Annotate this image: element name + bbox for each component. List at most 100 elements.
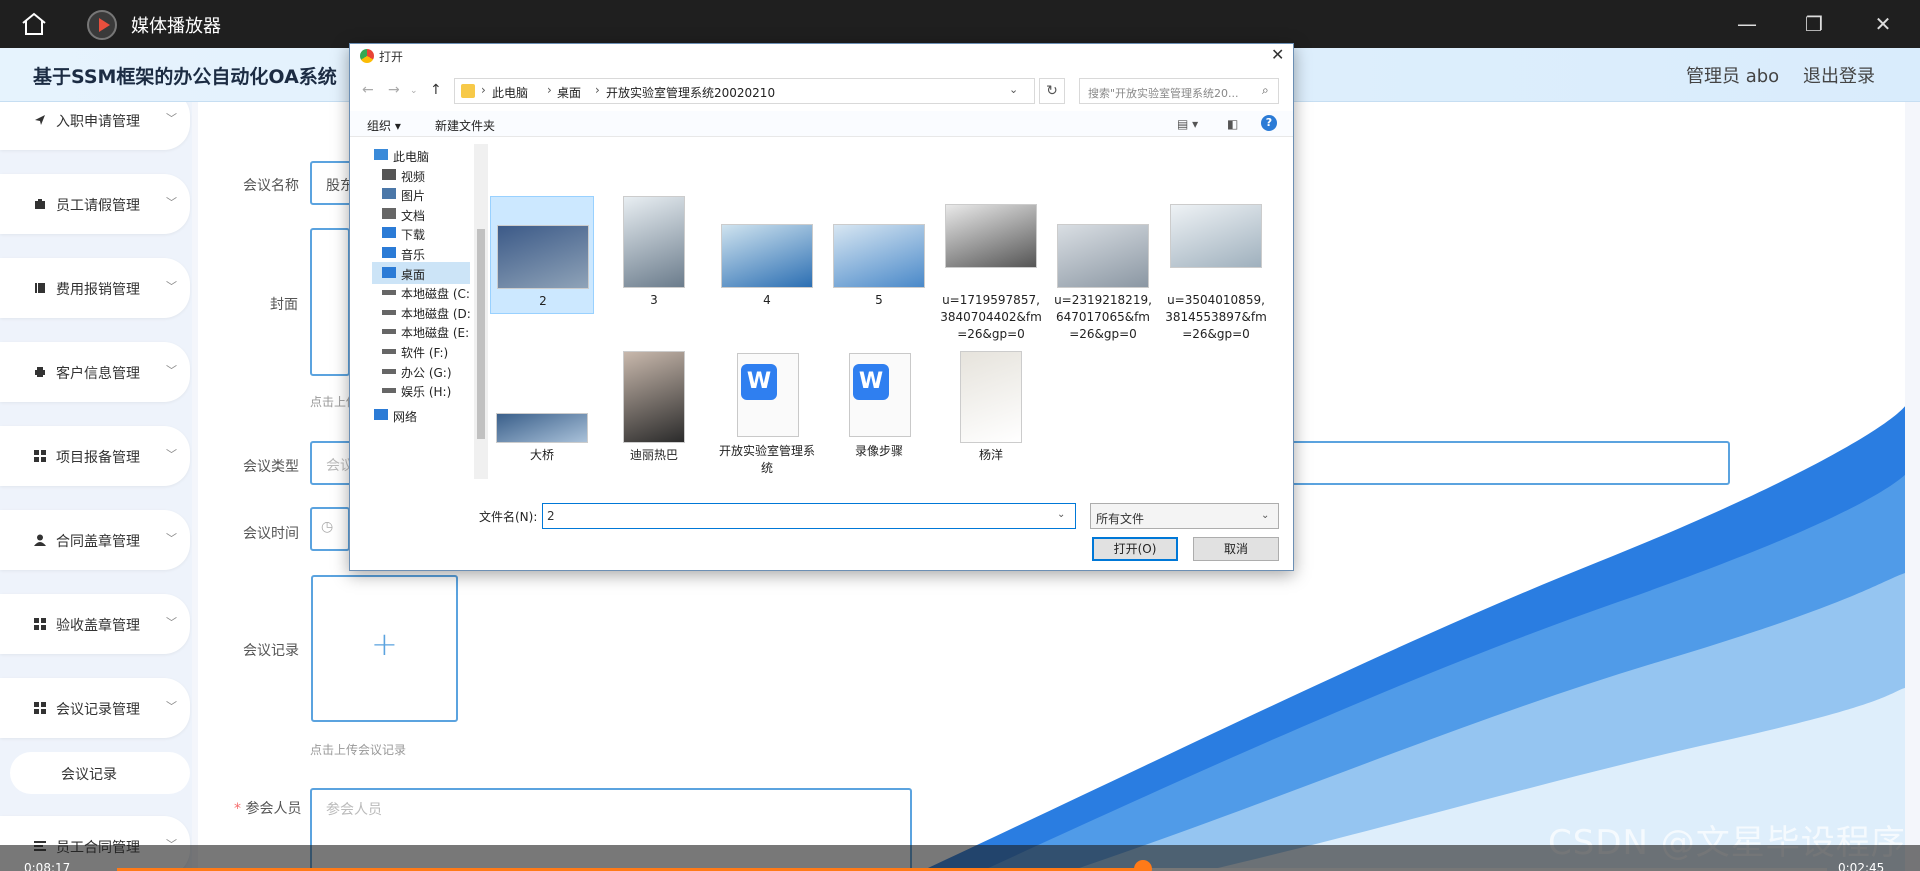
sidebar-item-acceptance-seal[interactable]: 验收盖章管理 ﹀ <box>0 594 190 654</box>
meeting-record-label: 会议记录 <box>243 643 299 659</box>
address-bar[interactable]: › 此电脑 › 桌面 › 开放实验室管理系统20020210 ⌄ <box>454 78 1035 104</box>
elapsed-time: 0:08:17 <box>24 861 71 871</box>
nav-tree-item[interactable]: 网络 <box>364 404 462 426</box>
meeting-time-picker[interactable]: ◷ <box>310 507 350 551</box>
chevron-down-icon[interactable]: ⌄ <box>1057 509 1065 520</box>
image-thumbnail <box>1170 204 1262 268</box>
refresh-icon[interactable]: ↻ <box>1039 78 1065 104</box>
organize-menu[interactable]: 组织 ▾ <box>367 117 401 134</box>
sidebar-item-expense[interactable]: 费用报销管理 ﹀ <box>0 258 190 318</box>
recent-dropdown-icon[interactable]: ⌄ <box>410 86 418 96</box>
nav-scroll-thumb[interactable] <box>477 229 485 439</box>
file-list: 2 3 4 5 u=1719597857,3840704402&fm=26&gp=0 u=… <box>490 144 1290 479</box>
file-name: 开放实验室管理系统 <box>718 444 815 475</box>
breadcrumb-this-pc[interactable]: 此电脑 <box>492 84 528 101</box>
file-item[interactable]: u=2319218219,647017065&fm=26&gp=0 <box>1051 196 1155 341</box>
forward-arrow-icon[interactable]: → <box>388 82 400 98</box>
navigation-pane: 此电脑 视频 图片 文档 下载 音乐 桌面 本地磁盘 (C: 本地磁盘 (D: 本地磁盘 (E: 软… <box>350 144 488 479</box>
help-icon[interactable]: ? <box>1261 115 1277 131</box>
meeting-name-label: 会议名称 <box>243 178 299 194</box>
nav-tree-label: 本地磁盘 (E: <box>401 326 470 341</box>
chevron-down-icon: ﹀ <box>166 700 177 713</box>
search-input[interactable]: 搜索"开放实验室管理系统20... ⌕ <box>1079 78 1279 104</box>
chevron-down-icon[interactable]: ⌄ <box>1009 83 1018 96</box>
sidebar-item-meeting[interactable]: 会议记录管理 ﹀ <box>0 678 190 738</box>
nav-tree-item[interactable]: 娱乐 (H:) <box>372 379 470 401</box>
file-item[interactable]: 2 <box>490 196 594 314</box>
preview-pane-icon[interactable]: ◧ <box>1227 117 1238 131</box>
file-name: 大桥 <box>529 448 554 462</box>
nav-tree-label: 软件 (F:) <box>401 346 449 360</box>
music-icon <box>382 247 396 258</box>
dialog-close-icon[interactable]: ✕ <box>1271 45 1284 64</box>
total-time: 0:02:45 <box>1838 861 1885 871</box>
nav-scrollbar[interactable] <box>474 144 488 479</box>
new-folder-button[interactable]: 新建文件夹 <box>435 117 495 134</box>
app-title: 基于SSM框架的办公自动化OA系统 <box>33 66 337 88</box>
back-arrow-icon[interactable]: ← <box>362 82 374 98</box>
search-icon: ⌕ <box>1262 83 1269 97</box>
file-item[interactable]: 4 <box>715 196 819 314</box>
wps-document-icon: W <box>737 353 799 437</box>
file-item[interactable]: 3 <box>602 196 706 314</box>
file-item[interactable]: 大桥 <box>490 351 594 469</box>
file-item[interactable]: u=1719597857,3840704402&fm=26&gp=0 <box>939 196 1043 341</box>
dialog-title: 打开 <box>379 50 404 64</box>
file-item[interactable]: u=3504010859,3814553897&fm=26&gp=0 <box>1164 196 1268 341</box>
sidebar-item-onboarding[interactable]: 入职申请管理 ﹀ <box>0 102 190 150</box>
computer-icon <box>374 149 388 160</box>
restore-icon[interactable]: ❐ <box>1800 10 1828 38</box>
wps-logo-icon: W <box>853 364 889 400</box>
sidebar-item-project[interactable]: 项目报备管理 ﹀ <box>0 426 190 486</box>
plus-icon: + <box>371 625 398 663</box>
meeting-record-upload[interactable]: + <box>311 575 458 722</box>
filetype-select[interactable]: 所有文件 ⌄ <box>1090 503 1279 529</box>
breadcrumb-desktop[interactable]: 桌面 <box>557 84 581 101</box>
file-item[interactable]: 5 <box>827 196 931 314</box>
open-button[interactable]: 打开(O) <box>1092 537 1178 561</box>
current-user[interactable]: 管理员 abo <box>1686 62 1779 88</box>
view-options-icon[interactable]: ▤ ▾ <box>1177 117 1198 131</box>
dialog-toolbar: 组织 ▾ 新建文件夹 ▤ ▾ ◧ ? <box>350 111 1293 137</box>
sidebar: 入职申请管理 ﹀ 员工请假管理 ﹀ 费用报销管理 ﹀ 客户信息管理 ﹀ 项目报备… <box>0 102 192 871</box>
close-icon[interactable]: ✕ <box>1869 10 1897 38</box>
download-icon <box>382 227 396 239</box>
grid-icon <box>34 618 46 630</box>
nav-tree-label: 此电脑 <box>393 150 430 164</box>
file-name: u=3504010859,3814553897&fm=26&gp=0 <box>1165 293 1267 341</box>
file-name: 4 <box>763 293 771 307</box>
attendee-label: * 参会人员 <box>234 798 301 818</box>
minimize-icon[interactable]: — <box>1733 10 1761 38</box>
cover-upload[interactable] <box>310 228 350 376</box>
logout-link[interactable]: 退出登录 <box>1803 62 1875 88</box>
chevron-down-icon: ﹀ <box>166 196 177 209</box>
cover-label: 封面 <box>270 297 298 313</box>
file-name: 录像步骤 <box>854 444 903 458</box>
nav-tree-label: 桌面 <box>401 267 426 282</box>
sidebar-item-customer[interactable]: 客户信息管理 ﹀ <box>0 342 190 402</box>
breadcrumb-separator: › <box>595 83 600 97</box>
sidebar-item-leave[interactable]: 员工请假管理 ﹀ <box>0 174 190 234</box>
folder-icon <box>461 84 475 98</box>
file-item[interactable]: 杨洋 <box>939 351 1043 469</box>
sidebar-item-label: 验收盖章管理 <box>56 618 140 634</box>
breadcrumb-folder[interactable]: 开放实验室管理系统20020210 <box>606 84 775 101</box>
picture-icon <box>382 188 396 200</box>
cancel-button[interactable]: 取消 <box>1193 537 1279 561</box>
sidebar-subitem-meeting-record[interactable]: 会议记录 <box>10 752 190 794</box>
nav-tree-label: 下载 <box>401 228 426 243</box>
filename-input[interactable]: 2 ⌄ <box>542 503 1076 529</box>
meeting-record-hint: 点击上传会议记录 <box>310 743 407 757</box>
image-thumbnail <box>721 224 813 288</box>
attendee-placeholder: 参会人员 <box>326 802 382 818</box>
file-item[interactable]: 迪丽热巴 <box>602 351 706 469</box>
file-item[interactable]: W 录像步骤 <box>827 351 931 469</box>
file-item[interactable]: W 开放实验室管理系统 <box>715 351 819 475</box>
player-title-bar: 媒体播放器 — ❐ ✕ <box>0 0 1920 48</box>
nav-tree-label: 网络 <box>393 409 418 424</box>
sidebar-item-contract-seal[interactable]: 合同盖章管理 ﹀ <box>0 510 190 570</box>
seek-handle[interactable] <box>1134 860 1152 871</box>
up-arrow-icon[interactable]: ↑ <box>430 82 442 98</box>
home-icon[interactable] <box>20 11 48 37</box>
drive-icon <box>382 388 396 394</box>
